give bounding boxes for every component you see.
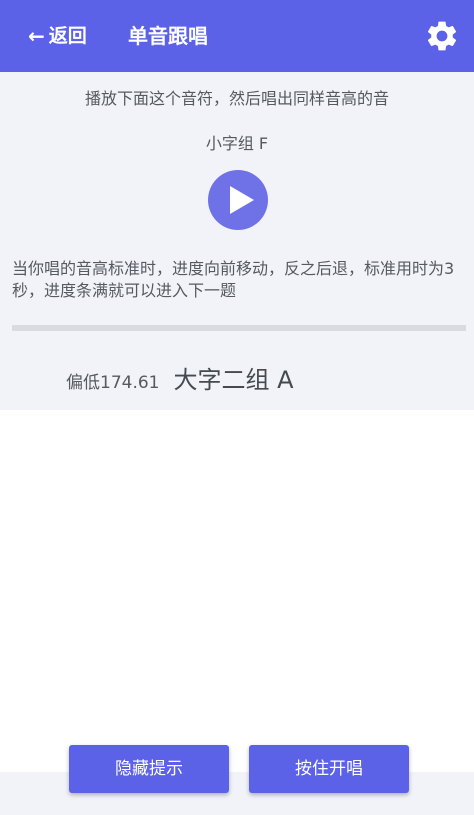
rules-description: 当你唱的音高标准时，进度向前移动，反之后退，标准用时为3秒，进度条满就可以进入下…: [12, 259, 455, 300]
exercise-panel: 播放下面这个音符，然后唱出同样音高的音 小字组 F 当你唱的音高标准时，进度向前…: [0, 72, 474, 410]
instruction-text: 播放下面这个音符，然后唱出同样音高的音: [84, 89, 389, 108]
pitch-status: 偏低174.61: [66, 373, 160, 393]
play-icon: [230, 186, 254, 214]
back-arrow-icon: ←: [28, 24, 45, 48]
detected-note: 大字二组 A: [173, 366, 294, 394]
hide-hint-button[interactable]: 隐藏提示: [69, 745, 229, 793]
hold-to-sing-button[interactable]: 按住开唱: [249, 745, 409, 793]
top-app-bar: ← 返回 单音跟唱: [0, 0, 474, 72]
back-button[interactable]: ← 返回: [28, 22, 87, 50]
play-button[interactable]: [208, 170, 268, 230]
app-root: ← 返回 单音跟唱 播放下面这个音符，然后唱出同样音高的音 小字组 F 当你唱的…: [0, 0, 474, 815]
target-note-label: 小字组 F: [205, 134, 269, 153]
page-title: 单音跟唱: [128, 24, 208, 48]
progress-bar: [12, 325, 466, 331]
gear-icon[interactable]: [424, 18, 460, 54]
back-label: 返回: [48, 25, 87, 47]
pitch-reading: 偏低174.61 大字二组 A: [66, 360, 294, 395]
